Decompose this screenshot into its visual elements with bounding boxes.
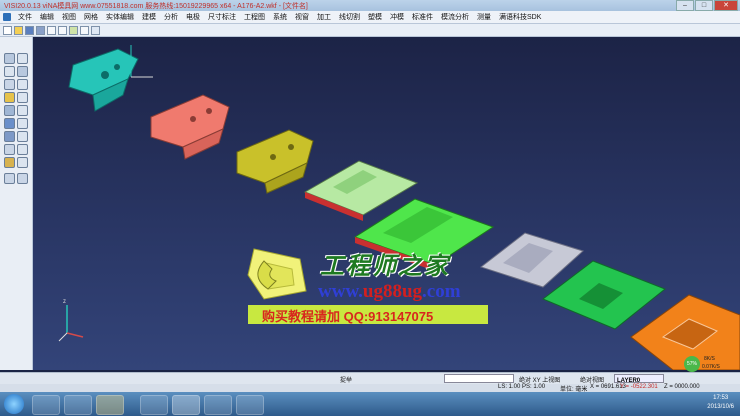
taskbar-ie-icon[interactable] <box>32 395 60 415</box>
window-title: VISI20.0.13 viNA模具网 www.07551818.com 服务热… <box>4 3 308 10</box>
start-button[interactable] <box>4 394 24 414</box>
pan-icon[interactable] <box>4 66 15 77</box>
menu-sdk[interactable]: 满语科技SDK <box>495 12 545 22</box>
taskbar-tool-icon[interactable] <box>236 395 264 415</box>
upload-speed: 8K/S <box>704 356 715 362</box>
paste-icon[interactable] <box>69 25 78 35</box>
cpu-indicator: 57% <box>684 356 700 372</box>
wireframe-icon[interactable] <box>17 118 28 129</box>
select-icon[interactable] <box>4 53 15 64</box>
shaded-icon[interactable] <box>4 118 15 129</box>
menu-standard-parts[interactable]: 标准件 <box>408 12 437 22</box>
taskbar-folder-icon[interactable] <box>96 395 124 415</box>
part-3-olive-bracket <box>236 129 314 194</box>
maximize-button[interactable]: □ <box>695 0 713 11</box>
axis-triad-icon: z <box>58 299 84 342</box>
menu-stamping-die[interactable]: 冲模 <box>386 12 408 22</box>
watermark-banner: 购买教程请加 QQ:913147075 <box>248 305 488 324</box>
coord-z: Z = 0000.000 <box>664 384 700 390</box>
part-1-cyan-bracket <box>68 45 153 112</box>
svg-text:z: z <box>63 299 66 305</box>
window-controls: – □ ✕ <box>676 0 738 11</box>
watermark-url: www.ug88ug.com <box>318 281 461 303</box>
banner-text: 购买教程请加 QQ:913147075 <box>262 309 434 324</box>
zoom-all-icon[interactable] <box>17 79 28 90</box>
menu-edit[interactable]: 编辑 <box>36 12 58 22</box>
new-file-icon[interactable] <box>3 25 12 35</box>
open-folder-icon[interactable] <box>14 25 23 35</box>
menu-window[interactable]: 视窗 <box>291 12 313 22</box>
layer-icon[interactable] <box>4 144 15 155</box>
url-prefix: www. <box>318 281 363 302</box>
app-icon[interactable] <box>3 13 11 21</box>
zoom-window-icon[interactable] <box>4 79 15 90</box>
taskbar-app-icon[interactable] <box>140 395 168 415</box>
menu-flow-analysis[interactable]: 模流分析 <box>437 12 473 22</box>
main-toolbar <box>0 24 740 37</box>
command-input[interactable] <box>444 374 514 383</box>
coord-y: Y = -0522.301 <box>620 384 658 390</box>
left-toolbar <box>0 37 33 370</box>
abs-view-label: 绝对视图 <box>580 378 605 384</box>
save-as-icon[interactable] <box>36 25 45 35</box>
part-2-salmon-bracket <box>150 94 230 160</box>
hide-icon[interactable] <box>17 157 28 168</box>
view-side-icon[interactable] <box>17 105 28 116</box>
view-iso-icon[interactable] <box>4 105 15 116</box>
copy-icon[interactable] <box>58 25 67 35</box>
clock-date: 2013/10/6 <box>707 404 734 410</box>
menu-mesh[interactable]: 网格 <box>80 12 102 22</box>
back-arrow-icon[interactable] <box>4 173 15 184</box>
download-speed: 0.07K/S <box>702 364 720 370</box>
ls-ps-label: LS: 1.00 PS: 1.00 <box>498 384 546 390</box>
menu-system[interactable]: 系统 <box>269 12 291 22</box>
taskbar-qq-icon[interactable] <box>64 395 92 415</box>
menu-dimension[interactable]: 尺寸标注 <box>204 12 240 22</box>
windows-taskbar: 17:53 2013/10/6 <box>0 392 740 416</box>
close-button[interactable]: ✕ <box>714 0 738 11</box>
measure-icon[interactable] <box>17 144 28 155</box>
part-6-grey-plate <box>479 232 584 288</box>
menu-modeling[interactable]: 建模 <box>138 12 160 22</box>
menu-solid-edit[interactable]: 实体编辑 <box>102 12 138 22</box>
url-highlight: ug88ug <box>362 281 423 302</box>
taskbar-green-icon[interactable] <box>204 395 232 415</box>
menu-bar: 文件 编辑 视图 网格 实体编辑 建模 分析 电极 尺寸标注 工程图 系统 视窗… <box>0 11 740 24</box>
cube-icon[interactable] <box>4 131 15 142</box>
cpu-percent: 57% <box>686 361 697 367</box>
section-icon[interactable] <box>17 131 28 142</box>
print-icon[interactable] <box>47 25 56 35</box>
logo-icon <box>247 248 307 300</box>
menu-measure[interactable]: 测量 <box>473 12 495 22</box>
watermark-title: 工程师之家 <box>320 253 450 280</box>
coordinate-bar: LS: 1.00 PS: 1.00 单位: 毫米 X = 0691.613 Y … <box>0 384 740 393</box>
forward-arrow-icon[interactable] <box>17 173 28 184</box>
minimize-button[interactable]: – <box>676 0 694 11</box>
save-icon[interactable] <box>25 25 34 35</box>
menu-file[interactable]: 文件 <box>14 12 36 22</box>
system-clock[interactable]: 17:53 2013/10/6 <box>707 394 734 412</box>
mode-label: 捉举 <box>340 378 353 384</box>
zoom-icon[interactable] <box>17 66 28 77</box>
menu-wire-cut[interactable]: 线切割 <box>335 12 364 22</box>
menu-drawing[interactable]: 工程图 <box>240 12 269 22</box>
view-front-icon[interactable] <box>4 92 15 103</box>
menu-view[interactable]: 视图 <box>58 12 80 22</box>
undo-icon[interactable] <box>80 25 89 35</box>
layer-field[interactable]: LAYER0 <box>614 374 664 384</box>
url-suffix: .com <box>422 281 461 302</box>
menu-electrode[interactable]: 电极 <box>182 12 204 22</box>
rotate-icon[interactable] <box>17 53 28 64</box>
title-bar: VISI20.0.13 viNA模具网 www.07551818.com 服务热… <box>0 0 740 11</box>
view-label: 绝对 XY 上视图 <box>519 378 561 384</box>
view-top-icon[interactable] <box>17 92 28 103</box>
taskbar-visi-icon[interactable] <box>172 395 200 415</box>
clock-time: 17:53 <box>713 395 729 401</box>
menu-analysis[interactable]: 分析 <box>160 12 182 22</box>
menu-machining[interactable]: 加工 <box>313 12 335 22</box>
color-icon[interactable] <box>4 157 15 168</box>
redo-icon[interactable] <box>91 25 100 35</box>
menu-plastic-mold[interactable]: 塑模 <box>364 12 386 22</box>
